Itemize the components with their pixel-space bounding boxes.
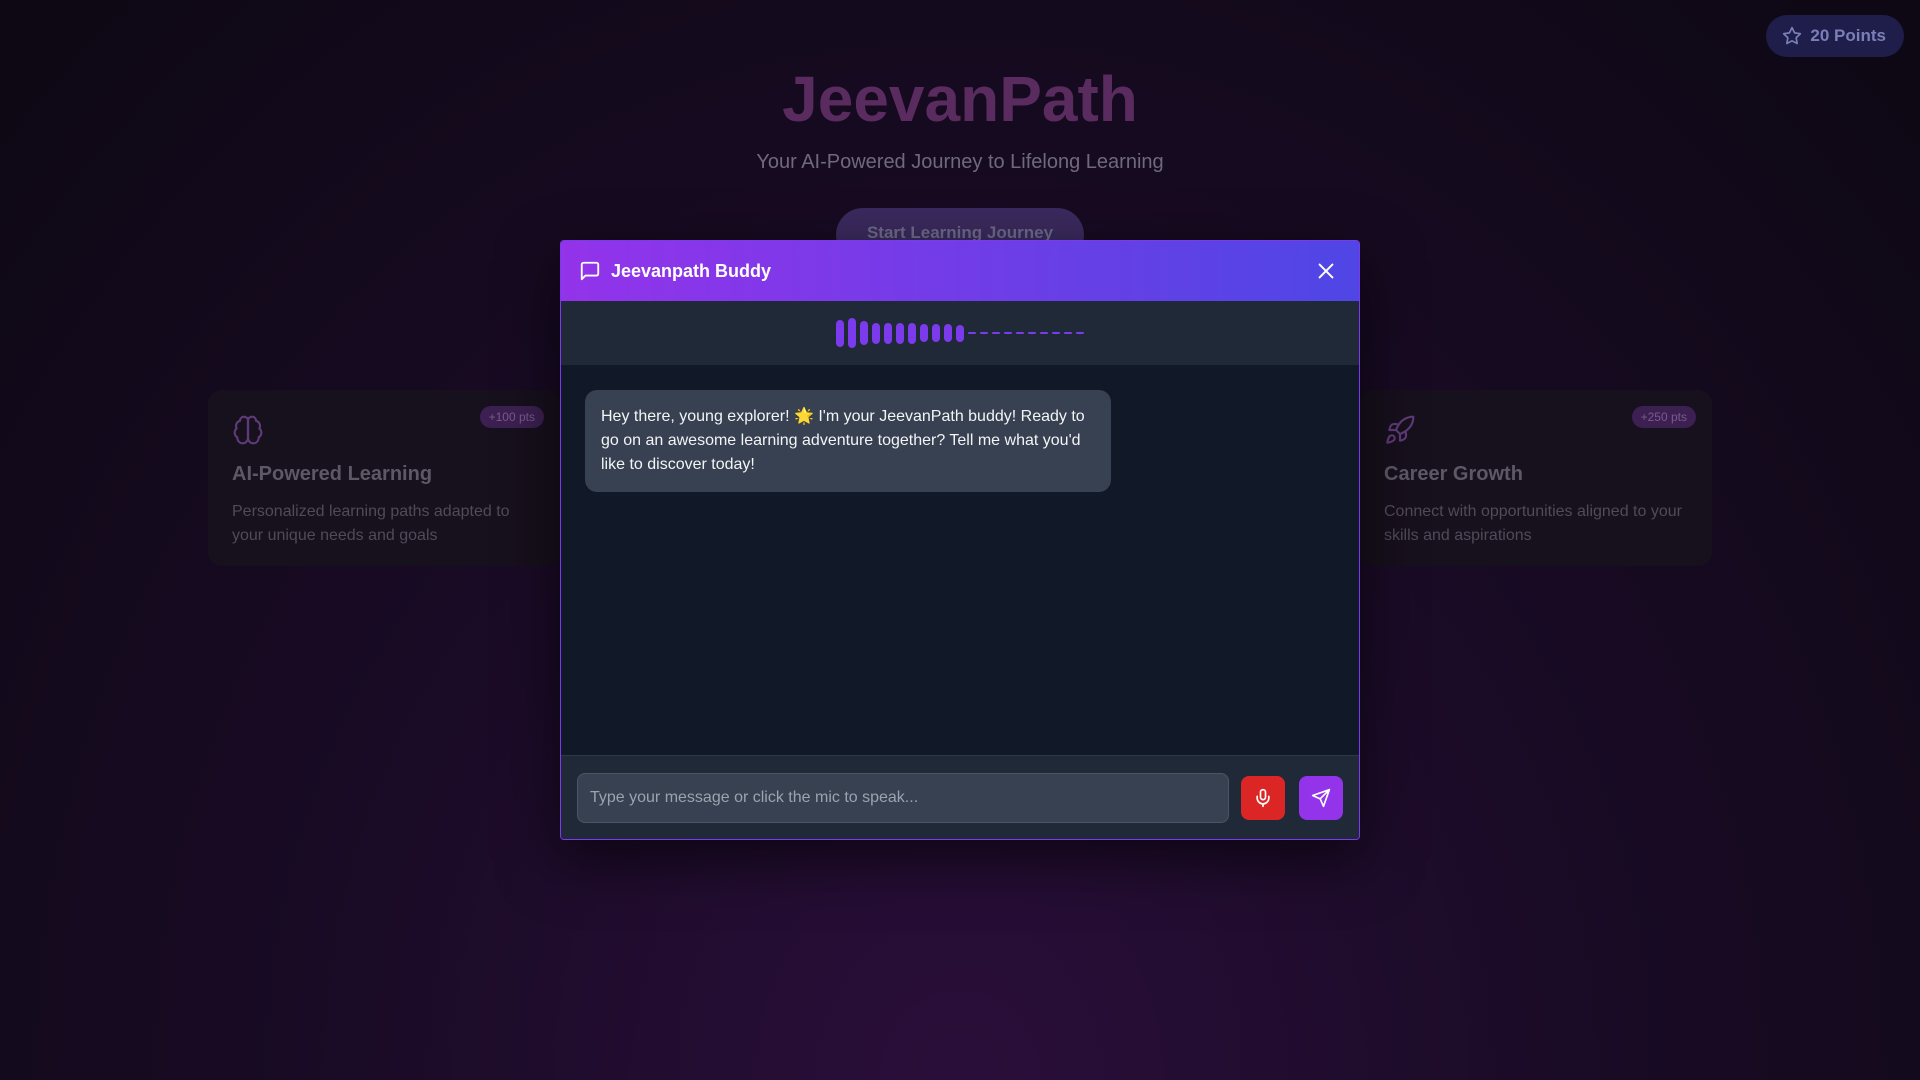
- waveform-bar: [848, 318, 856, 348]
- waveform-bar: [908, 322, 916, 344]
- waveform-idle-segment: [1052, 332, 1060, 334]
- waveform-bar: [860, 321, 868, 345]
- close-icon[interactable]: [1315, 260, 1337, 282]
- message-square-icon: [580, 261, 600, 281]
- waveform-bar: [920, 324, 928, 342]
- message-input[interactable]: [577, 772, 1230, 823]
- waveform-idle-segment: [1076, 332, 1084, 334]
- waveform-bar: [872, 322, 880, 344]
- waveform-idle-segment: [1016, 332, 1024, 334]
- audio-waveform: [836, 318, 1084, 348]
- mic-button[interactable]: [1241, 775, 1286, 820]
- waveform-idle-segment: [1064, 332, 1072, 334]
- waveform-bar: [884, 322, 892, 344]
- mic-icon: [1256, 788, 1270, 807]
- waveform-bar: [944, 324, 952, 342]
- waveform-idle-segment: [1028, 332, 1036, 334]
- waveform-idle-segment: [1004, 332, 1012, 334]
- waveform-bar: [836, 319, 844, 347]
- waveform-bar: [956, 324, 964, 342]
- bot-message: Hey there, young explorer! 🌟 I'm your Je…: [585, 390, 1111, 492]
- waveform-idle-segment: [980, 332, 988, 334]
- send-icon: [1311, 788, 1331, 807]
- chat-title: Jeevanpath Buddy: [611, 260, 772, 281]
- message-list: Hey there, young explorer! 🌟 I'm your Je…: [561, 365, 1359, 755]
- waveform-idle-segment: [992, 332, 1000, 334]
- chat-modal: Jeevanpath Buddy Hey there, young explor…: [560, 240, 1360, 840]
- waveform-bar: [896, 322, 904, 344]
- waveform-idle-segment: [1040, 332, 1048, 334]
- modal-overlay[interactable]: Jeevanpath Buddy Hey there, young explor…: [0, 0, 1920, 1080]
- waveform-idle-segment: [968, 332, 976, 334]
- send-button[interactable]: [1299, 775, 1343, 820]
- chat-header: Jeevanpath Buddy: [561, 241, 1359, 301]
- chat-input-bar: [561, 755, 1359, 839]
- voice-visualizer: [561, 301, 1359, 365]
- waveform-bar: [932, 324, 940, 342]
